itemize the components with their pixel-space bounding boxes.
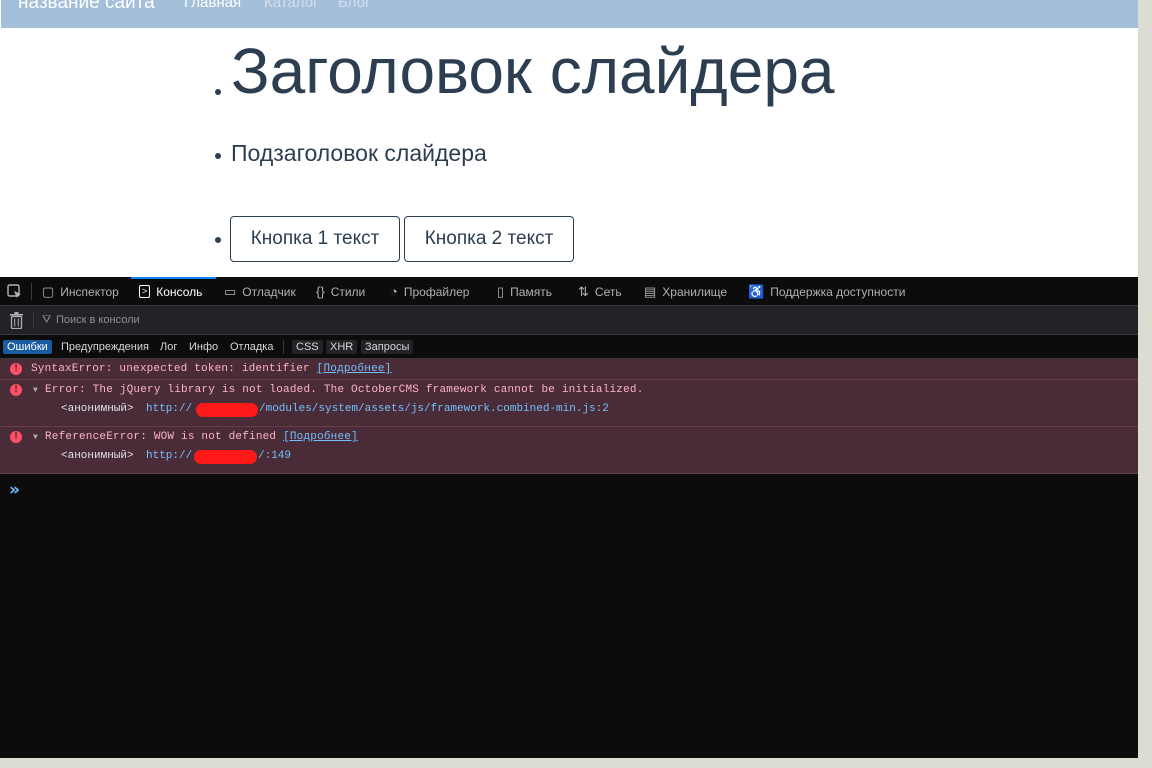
- level-divider: [283, 340, 284, 354]
- memory-icon: ▯: [497, 283, 505, 299]
- debugger-icon: ▭: [224, 283, 237, 299]
- site-brand[interactable]: название сайта: [18, 0, 155, 14]
- toolbar-divider: [31, 283, 32, 300]
- error-icon: !: [10, 363, 22, 375]
- error-message-text: SyntaxError: unexpected token: identifie…: [31, 363, 310, 375]
- error-icon: !: [10, 431, 22, 443]
- console-prompt-icon[interactable]: »: [9, 480, 20, 500]
- devtools-toolbar: ▢ Инспектор > Консоль ▭ Отладчик {} Стили ◔ П…: [0, 277, 1138, 306]
- tab-network[interactable]: ⇅ Сеть: [578, 277, 622, 306]
- accessibility-icon: ♿: [748, 283, 765, 299]
- stack-url-suffix[interactable]: /modules/system/assets/js/framework.comb…: [259, 403, 609, 415]
- slider-subtitle: Подзаголовок слайдера: [231, 140, 487, 166]
- error-message-text: Error: The jQuery library is not loaded.…: [45, 384, 644, 396]
- stack-url-suffix[interactable]: /:149: [258, 450, 291, 462]
- learn-more-link[interactable]: [Подробнее]: [283, 431, 358, 443]
- web-page: название сайта Главная Каталог Блог Заго…: [0, 0, 1138, 277]
- tab-memory[interactable]: ▯ Память: [497, 277, 552, 306]
- tab-storage[interactable]: ▤ Хранилище: [644, 277, 727, 306]
- list-bullet: [215, 237, 221, 243]
- stack-function: <анонимный>: [61, 403, 134, 415]
- stack-url-prefix[interactable]: http://: [146, 450, 192, 462]
- tab-profiler[interactable]: ◔ Профайлер: [390, 277, 469, 306]
- nav-link-blog[interactable]: Блог: [338, 0, 370, 11]
- active-tab-indicator: [131, 277, 216, 279]
- tab-console[interactable]: > Консоль: [139, 277, 202, 306]
- slider-button-2[interactable]: Кнопка 2 текст: [404, 216, 574, 262]
- tab-inspector[interactable]: ▢ Инспектор: [42, 277, 119, 306]
- devtools-panel: ▢ Инспектор > Консоль ▭ Отладчик {} Стили ◔ П…: [0, 277, 1138, 758]
- error-icon: !: [10, 384, 22, 396]
- storage-icon: ▤: [644, 283, 657, 299]
- nav-link-home[interactable]: Главная: [184, 0, 241, 11]
- filter-info[interactable]: Инфо: [185, 340, 222, 354]
- slider-button-1[interactable]: Кнопка 1 текст: [230, 216, 400, 262]
- console-message: ! ▼ ReferenceError: WOW is not defined […: [0, 427, 1138, 474]
- browser-frame: название сайта Главная Каталог Блог Заго…: [0, 0, 1138, 758]
- expand-arrow-icon[interactable]: ▼: [33, 386, 38, 395]
- console-message: ! ▼ Error: The jQuery library is not loa…: [0, 380, 1138, 427]
- slider-title: Заголовок слайдера: [231, 35, 835, 107]
- filter-debug[interactable]: Отладка: [226, 340, 277, 354]
- redaction-mark: [194, 450, 257, 464]
- tab-style-editor[interactable]: {} Стили: [316, 277, 365, 306]
- filter-warnings[interactable]: Предупреждения: [57, 340, 153, 354]
- expand-arrow-icon[interactable]: ▼: [33, 433, 38, 442]
- filter-css[interactable]: CSS: [292, 340, 323, 354]
- console-icon: >: [139, 285, 151, 298]
- stack-url-prefix[interactable]: http://: [146, 403, 192, 415]
- network-icon: ⇅: [578, 283, 589, 299]
- learn-more-link[interactable]: [Подробнее]: [317, 363, 392, 375]
- error-message-text: ReferenceError: WOW is not defined: [45, 431, 277, 443]
- filter-errors[interactable]: Ошибки: [3, 340, 52, 354]
- filter-requests[interactable]: Запросы: [361, 340, 414, 354]
- filter-xhr[interactable]: XHR: [326, 340, 358, 354]
- style-editor-icon: {}: [316, 284, 325, 299]
- profiler-icon: ◔: [390, 284, 398, 299]
- nav-link-catalog[interactable]: Каталог: [264, 0, 319, 11]
- tab-accessibility[interactable]: ♿ Поддержка доступности: [748, 277, 905, 306]
- console-level-filters: Ошибки Предупреждения Лог Инфо Отладка C…: [0, 335, 1138, 359]
- trash-icon[interactable]: [9, 312, 24, 329]
- element-picker-icon[interactable]: [7, 284, 22, 299]
- console-search-input[interactable]: [56, 310, 456, 330]
- inspector-icon: ▢: [42, 283, 55, 299]
- redaction-mark: [196, 403, 258, 417]
- tab-debugger[interactable]: ▭ Отладчик: [224, 277, 296, 306]
- filter-divider: [33, 312, 34, 329]
- console-filter-bar: ⛛: [0, 306, 1138, 335]
- console-message: ! SyntaxError: unexpected token: identif…: [0, 359, 1138, 380]
- filter-icon: ⛛: [42, 314, 52, 326]
- site-navbar: название сайта Главная Каталог Блог: [1, 0, 1138, 28]
- list-bullet: [215, 153, 221, 159]
- list-bullet: [215, 89, 221, 95]
- stack-function: <анонимный>: [61, 450, 134, 462]
- filter-log[interactable]: Лог: [156, 340, 181, 354]
- slider: Заголовок слайдера Подзаголовок слайдера…: [0, 28, 1138, 277]
